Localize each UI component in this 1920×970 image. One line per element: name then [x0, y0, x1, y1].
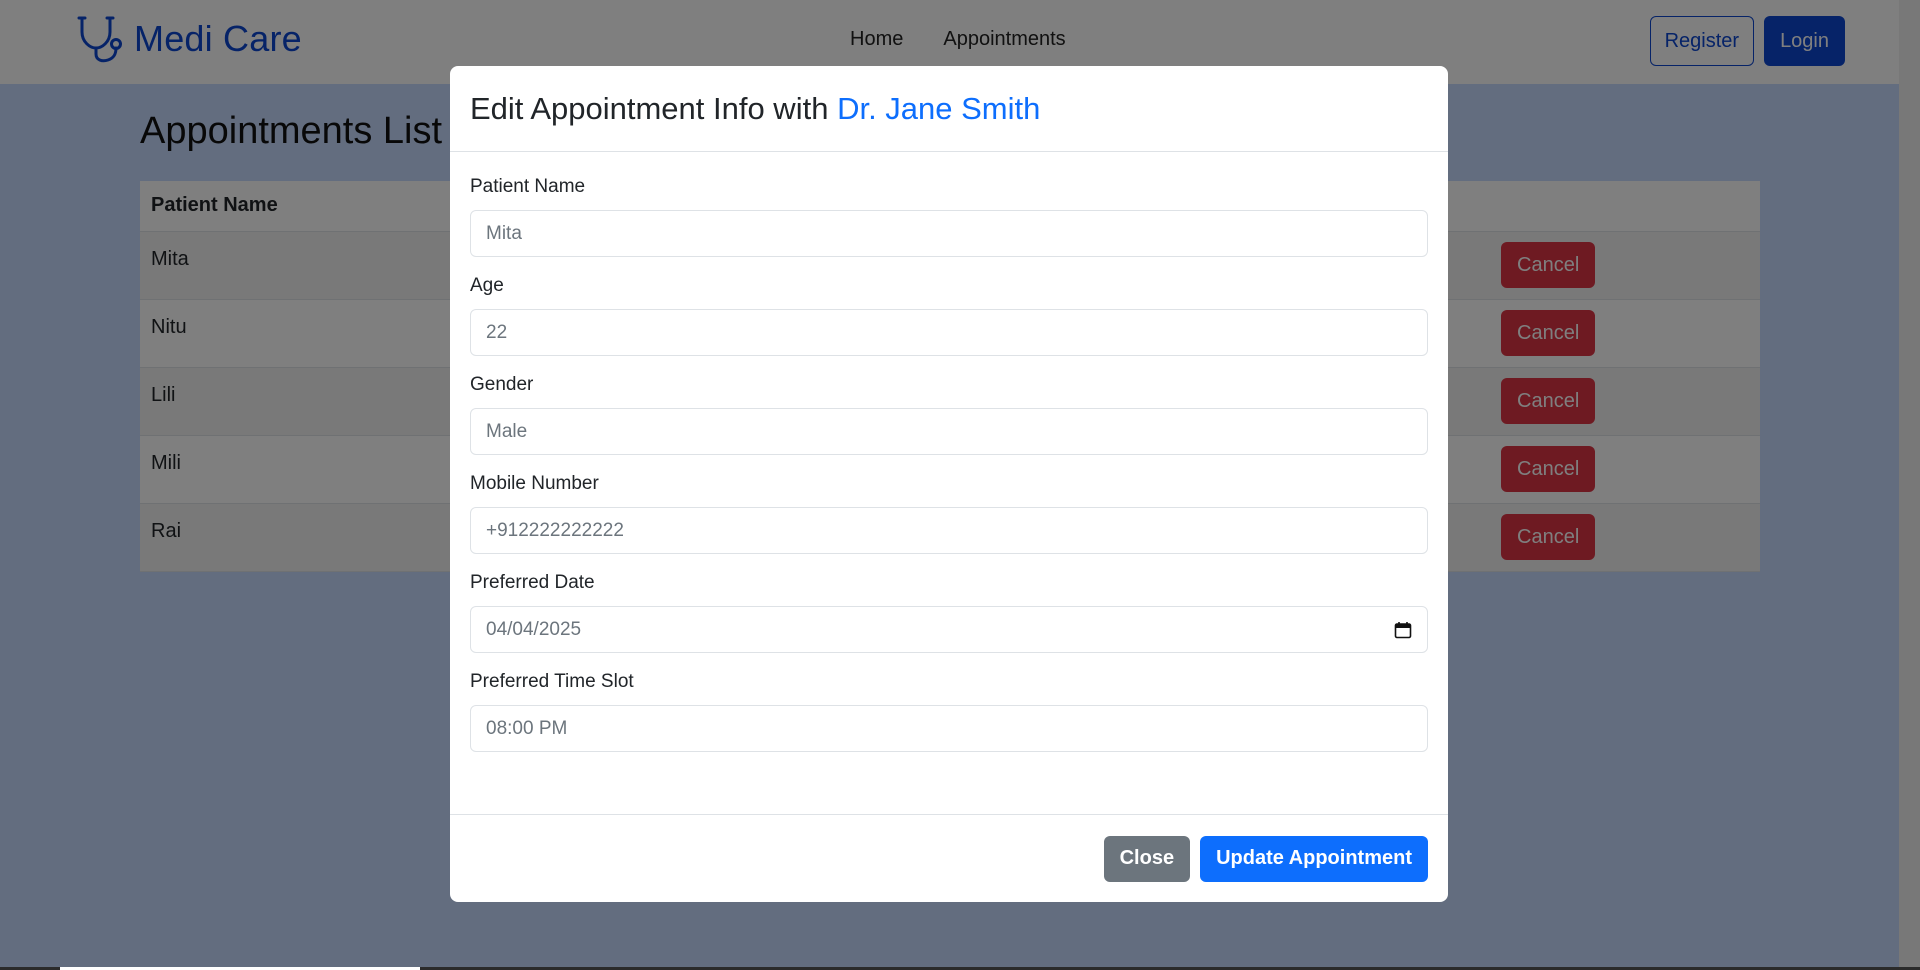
preferred-time-label: Preferred Time Slot: [470, 671, 634, 692]
calendar-icon[interactable]: [1394, 621, 1412, 639]
gender-group: Gender Male: [470, 374, 1428, 455]
patient-name-group: Patient Name Mita: [470, 176, 1428, 257]
preferred-time-group: Preferred Time Slot 08:00 PM: [470, 671, 1428, 752]
modal-header: Edit Appointment Info with Dr. Jane Smit…: [450, 66, 1448, 152]
preferred-time-input[interactable]: 08:00 PM: [470, 705, 1428, 752]
appointment-form: Patient Name Mita Age 22 Gender Male Mob…: [450, 152, 1448, 752]
age-input[interactable]: 22: [470, 309, 1428, 356]
edit-appointment-modal: Edit Appointment Info with Dr. Jane Smit…: [450, 66, 1448, 902]
patient-name-input[interactable]: Mita: [470, 210, 1428, 257]
preferred-date-group: Preferred Date 04/04/2025: [470, 572, 1428, 653]
gender-label: Gender: [470, 374, 534, 395]
preferred-date-value: 04/04/2025: [486, 618, 582, 640]
age-group: Age 22: [470, 275, 1428, 356]
mobile-number-label: Mobile Number: [470, 473, 599, 494]
close-button[interactable]: Close: [1103, 835, 1191, 882]
modal-title-text: Edit Appointment Info with: [470, 90, 838, 126]
mobile-number-group: Mobile Number +912222222222: [470, 473, 1428, 554]
doctor-name: Dr. Jane Smith: [837, 90, 1041, 126]
modal-title: Edit Appointment Info with Dr. Jane Smit…: [470, 91, 1040, 127]
update-appointment-button[interactable]: Update Appointment: [1200, 835, 1428, 882]
patient-name-label: Patient Name: [470, 176, 586, 197]
age-label: Age: [470, 275, 504, 296]
preferred-date-label: Preferred Date: [470, 572, 595, 593]
preferred-date-input[interactable]: 04/04/2025: [470, 606, 1428, 653]
modal-footer: Close Update Appointment: [450, 814, 1448, 902]
gender-input[interactable]: Male: [470, 408, 1428, 455]
mobile-number-input[interactable]: +912222222222: [470, 507, 1428, 554]
